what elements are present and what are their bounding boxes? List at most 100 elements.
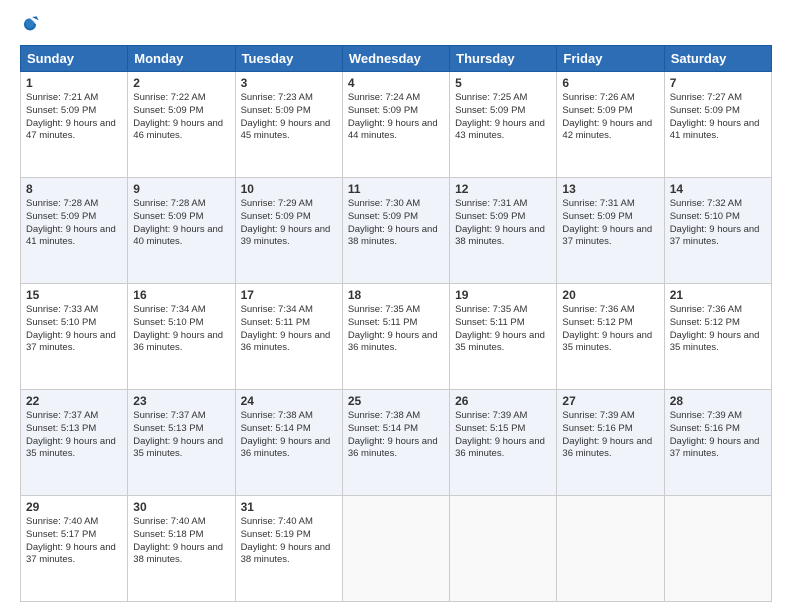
week-row-4: 22 Sunrise: 7:37 AM Sunset: 5:13 PM Dayl… (21, 390, 772, 496)
cell-info: Sunrise: 7:24 AM Sunset: 5:09 PM Dayligh… (348, 92, 444, 143)
day-number: 4 (348, 76, 444, 90)
day-number: 28 (670, 394, 766, 408)
calendar-cell: 18 Sunrise: 7:35 AM Sunset: 5:11 PM Dayl… (342, 284, 449, 390)
day-number: 9 (133, 182, 229, 196)
calendar-cell: 7 Sunrise: 7:27 AM Sunset: 5:09 PM Dayli… (664, 72, 771, 178)
weekday-tuesday: Tuesday (235, 46, 342, 72)
cell-info: Sunrise: 7:36 AM Sunset: 5:12 PM Dayligh… (562, 304, 658, 355)
week-row-1: 1 Sunrise: 7:21 AM Sunset: 5:09 PM Dayli… (21, 72, 772, 178)
day-number: 23 (133, 394, 229, 408)
weekday-thursday: Thursday (450, 46, 557, 72)
day-number: 25 (348, 394, 444, 408)
day-number: 30 (133, 500, 229, 514)
calendar-cell: 27 Sunrise: 7:39 AM Sunset: 5:16 PM Dayl… (557, 390, 664, 496)
calendar-cell: 31 Sunrise: 7:40 AM Sunset: 5:19 PM Dayl… (235, 496, 342, 602)
cell-info: Sunrise: 7:35 AM Sunset: 5:11 PM Dayligh… (455, 304, 551, 355)
day-number: 10 (241, 182, 337, 196)
cell-info: Sunrise: 7:38 AM Sunset: 5:14 PM Dayligh… (241, 410, 337, 461)
calendar-cell: 24 Sunrise: 7:38 AM Sunset: 5:14 PM Dayl… (235, 390, 342, 496)
calendar-cell (557, 496, 664, 602)
cell-info: Sunrise: 7:23 AM Sunset: 5:09 PM Dayligh… (241, 92, 337, 143)
cell-info: Sunrise: 7:38 AM Sunset: 5:14 PM Dayligh… (348, 410, 444, 461)
cell-info: Sunrise: 7:28 AM Sunset: 5:09 PM Dayligh… (133, 198, 229, 249)
calendar-table: SundayMondayTuesdayWednesdayThursdayFrid… (20, 45, 772, 602)
cell-info: Sunrise: 7:27 AM Sunset: 5:09 PM Dayligh… (670, 92, 766, 143)
cell-info: Sunrise: 7:21 AM Sunset: 5:09 PM Dayligh… (26, 92, 122, 143)
calendar-cell: 25 Sunrise: 7:38 AM Sunset: 5:14 PM Dayl… (342, 390, 449, 496)
calendar-cell: 16 Sunrise: 7:34 AM Sunset: 5:10 PM Dayl… (128, 284, 235, 390)
day-number: 3 (241, 76, 337, 90)
logo-icon (20, 15, 40, 35)
cell-info: Sunrise: 7:30 AM Sunset: 5:09 PM Dayligh… (348, 198, 444, 249)
day-number: 11 (348, 182, 444, 196)
page: SundayMondayTuesdayWednesdayThursdayFrid… (0, 0, 792, 612)
calendar-cell: 8 Sunrise: 7:28 AM Sunset: 5:09 PM Dayli… (21, 178, 128, 284)
weekday-saturday: Saturday (664, 46, 771, 72)
calendar-cell: 12 Sunrise: 7:31 AM Sunset: 5:09 PM Dayl… (450, 178, 557, 284)
cell-info: Sunrise: 7:40 AM Sunset: 5:19 PM Dayligh… (241, 516, 337, 567)
calendar-cell: 4 Sunrise: 7:24 AM Sunset: 5:09 PM Dayli… (342, 72, 449, 178)
cell-info: Sunrise: 7:39 AM Sunset: 5:16 PM Dayligh… (562, 410, 658, 461)
cell-info: Sunrise: 7:39 AM Sunset: 5:15 PM Dayligh… (455, 410, 551, 461)
day-number: 1 (26, 76, 122, 90)
day-number: 6 (562, 76, 658, 90)
calendar-cell: 19 Sunrise: 7:35 AM Sunset: 5:11 PM Dayl… (450, 284, 557, 390)
day-number: 7 (670, 76, 766, 90)
day-number: 21 (670, 288, 766, 302)
day-number: 15 (26, 288, 122, 302)
calendar-cell: 13 Sunrise: 7:31 AM Sunset: 5:09 PM Dayl… (557, 178, 664, 284)
calendar-cell: 2 Sunrise: 7:22 AM Sunset: 5:09 PM Dayli… (128, 72, 235, 178)
calendar-cell: 20 Sunrise: 7:36 AM Sunset: 5:12 PM Dayl… (557, 284, 664, 390)
calendar-cell: 1 Sunrise: 7:21 AM Sunset: 5:09 PM Dayli… (21, 72, 128, 178)
calendar-cell: 15 Sunrise: 7:33 AM Sunset: 5:10 PM Dayl… (21, 284, 128, 390)
calendar-cell: 29 Sunrise: 7:40 AM Sunset: 5:17 PM Dayl… (21, 496, 128, 602)
day-number: 5 (455, 76, 551, 90)
cell-info: Sunrise: 7:37 AM Sunset: 5:13 PM Dayligh… (26, 410, 122, 461)
day-number: 22 (26, 394, 122, 408)
header (20, 15, 772, 35)
calendar-cell: 6 Sunrise: 7:26 AM Sunset: 5:09 PM Dayli… (557, 72, 664, 178)
calendar-cell (450, 496, 557, 602)
day-number: 26 (455, 394, 551, 408)
day-number: 2 (133, 76, 229, 90)
day-number: 12 (455, 182, 551, 196)
calendar-cell: 5 Sunrise: 7:25 AM Sunset: 5:09 PM Dayli… (450, 72, 557, 178)
weekday-sunday: Sunday (21, 46, 128, 72)
cell-info: Sunrise: 7:29 AM Sunset: 5:09 PM Dayligh… (241, 198, 337, 249)
day-number: 31 (241, 500, 337, 514)
weekday-header-row: SundayMondayTuesdayWednesdayThursdayFrid… (21, 46, 772, 72)
logo (20, 15, 44, 35)
weekday-monday: Monday (128, 46, 235, 72)
cell-info: Sunrise: 7:34 AM Sunset: 5:11 PM Dayligh… (241, 304, 337, 355)
cell-info: Sunrise: 7:31 AM Sunset: 5:09 PM Dayligh… (455, 198, 551, 249)
day-number: 20 (562, 288, 658, 302)
cell-info: Sunrise: 7:31 AM Sunset: 5:09 PM Dayligh… (562, 198, 658, 249)
cell-info: Sunrise: 7:22 AM Sunset: 5:09 PM Dayligh… (133, 92, 229, 143)
day-number: 24 (241, 394, 337, 408)
calendar-cell: 22 Sunrise: 7:37 AM Sunset: 5:13 PM Dayl… (21, 390, 128, 496)
cell-info: Sunrise: 7:26 AM Sunset: 5:09 PM Dayligh… (562, 92, 658, 143)
week-row-5: 29 Sunrise: 7:40 AM Sunset: 5:17 PM Dayl… (21, 496, 772, 602)
calendar-cell: 23 Sunrise: 7:37 AM Sunset: 5:13 PM Dayl… (128, 390, 235, 496)
calendar-cell: 26 Sunrise: 7:39 AM Sunset: 5:15 PM Dayl… (450, 390, 557, 496)
weekday-friday: Friday (557, 46, 664, 72)
cell-info: Sunrise: 7:40 AM Sunset: 5:17 PM Dayligh… (26, 516, 122, 567)
cell-info: Sunrise: 7:28 AM Sunset: 5:09 PM Dayligh… (26, 198, 122, 249)
calendar-cell: 9 Sunrise: 7:28 AM Sunset: 5:09 PM Dayli… (128, 178, 235, 284)
calendar-cell: 28 Sunrise: 7:39 AM Sunset: 5:16 PM Dayl… (664, 390, 771, 496)
day-number: 16 (133, 288, 229, 302)
cell-info: Sunrise: 7:34 AM Sunset: 5:10 PM Dayligh… (133, 304, 229, 355)
cell-info: Sunrise: 7:32 AM Sunset: 5:10 PM Dayligh… (670, 198, 766, 249)
cell-info: Sunrise: 7:36 AM Sunset: 5:12 PM Dayligh… (670, 304, 766, 355)
calendar-cell (342, 496, 449, 602)
calendar-cell: 17 Sunrise: 7:34 AM Sunset: 5:11 PM Dayl… (235, 284, 342, 390)
cell-info: Sunrise: 7:40 AM Sunset: 5:18 PM Dayligh… (133, 516, 229, 567)
calendar-cell: 30 Sunrise: 7:40 AM Sunset: 5:18 PM Dayl… (128, 496, 235, 602)
day-number: 13 (562, 182, 658, 196)
calendar-cell: 21 Sunrise: 7:36 AM Sunset: 5:12 PM Dayl… (664, 284, 771, 390)
cell-info: Sunrise: 7:33 AM Sunset: 5:10 PM Dayligh… (26, 304, 122, 355)
day-number: 18 (348, 288, 444, 302)
cell-info: Sunrise: 7:35 AM Sunset: 5:11 PM Dayligh… (348, 304, 444, 355)
day-number: 17 (241, 288, 337, 302)
calendar-cell: 11 Sunrise: 7:30 AM Sunset: 5:09 PM Dayl… (342, 178, 449, 284)
